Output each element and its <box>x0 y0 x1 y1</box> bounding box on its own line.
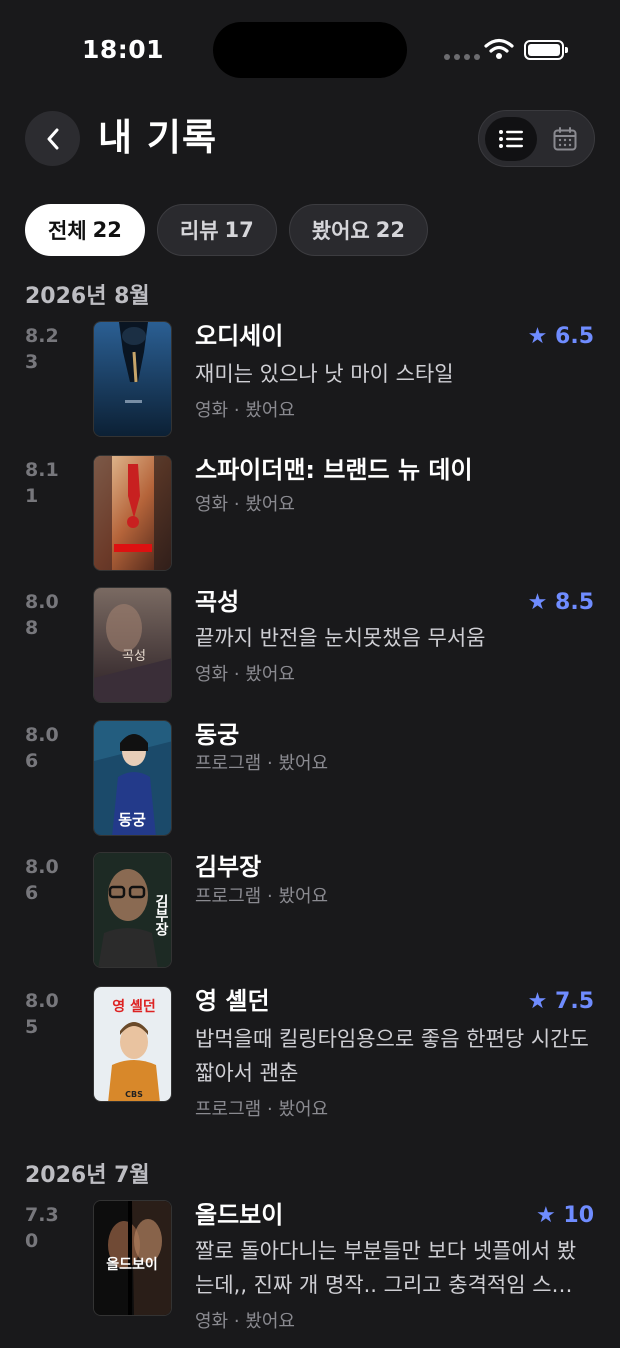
chip-count: 17 <box>224 218 254 242</box>
entry-status: 봤어요 <box>278 886 329 907</box>
entry-meta: 프로그램 · 봤어요 <box>195 1099 329 1120</box>
chip-label: 봤어요 <box>311 219 370 243</box>
chevron-left-icon <box>47 128 58 149</box>
entry-title: 김부장 <box>195 853 262 881</box>
calendar-view-button[interactable] <box>541 117 589 161</box>
entry-status: 봤어요 <box>245 494 295 515</box>
month-header: 2026년 7월 <box>25 1163 150 1188</box>
entry-meta: 프로그램 · 봤어요 <box>195 753 329 774</box>
filter-chip-review[interactable]: 리뷰 17 <box>156 204 277 256</box>
view-toggle <box>478 110 595 167</box>
chip-count: 22 <box>375 218 405 242</box>
entry-status: 봤어요 <box>245 1311 295 1332</box>
entry-category: 영화 <box>195 400 229 421</box>
entry-title: 스파이더맨: 브랜드 뉴 데이 <box>195 456 473 484</box>
entry-date: 8.05 <box>25 990 59 1038</box>
entry-category: 프로그램 <box>195 1099 262 1120</box>
entry-date: 8.06 <box>25 724 59 772</box>
entry-category: 프로그램 <box>195 886 262 907</box>
entry-date: 8.23 <box>25 325 59 373</box>
month-header: 2026년 8월 <box>25 284 150 309</box>
wifi-icon <box>484 38 514 59</box>
entry-title: 곡성 <box>195 588 240 616</box>
entry-title: 올드보이 <box>195 1201 284 1229</box>
page-title: 내 기록 <box>98 116 218 159</box>
entry-rating: ★ 7.5 <box>527 989 594 1014</box>
entry-category: 영화 <box>195 664 229 685</box>
entry-meta: 영화 · 봤어요 <box>195 1311 295 1332</box>
entry-status: 봤어요 <box>245 664 295 685</box>
list-item[interactable]: 8.06 동궁 동궁 프로그램 · 봤어요 <box>0 720 620 836</box>
back-button[interactable] <box>25 111 80 166</box>
entry-title: 오디세이 <box>195 322 284 350</box>
list-item[interactable]: 8.11 스파이더맨: 브랜드 뉴 데이 영화 · 봤어요 <box>0 455 620 571</box>
battery-icon <box>524 40 568 60</box>
chip-label: 리뷰 <box>179 219 219 243</box>
chip-label: 전체 <box>48 219 87 243</box>
entry-status: 봤어요 <box>245 400 295 421</box>
dynamic-island <box>213 22 407 78</box>
entry-category: 영화 <box>195 1311 229 1332</box>
entry-meta: 프로그램 · 봤어요 <box>195 886 329 907</box>
status-bar: 18:01 <box>0 0 620 100</box>
entry-category: 프로그램 <box>195 753 262 774</box>
entry-rating: ★ 6.5 <box>527 324 594 349</box>
filter-chip-watched[interactable]: 봤어요 22 <box>288 204 428 256</box>
entry-review: 재미는 있으나 낫 마이 스타일 <box>195 362 454 386</box>
list-item[interactable]: 8.05 영 셸던 CBS 영 셸던 ★ 7.5 밥먹을때 킬링타임용으로 좋음… <box>0 986 620 1126</box>
entry-date: 8.11 <box>25 459 59 507</box>
poster-image: 올드보이 <box>93 1200 172 1316</box>
poster-image <box>93 455 172 571</box>
calendar-icon <box>553 127 577 151</box>
entry-date: 7.30 <box>25 1204 59 1252</box>
filter-chips: 전체 22 리뷰 17 봤어요 22 <box>25 204 428 256</box>
entry-status: 봤어요 <box>278 753 329 774</box>
poster-image: 동궁 <box>93 720 172 836</box>
poster-image: 곡성 <box>93 587 172 703</box>
poster-text: 김부장 <box>153 893 169 937</box>
poster-image: 김부장 <box>93 852 172 968</box>
list-item[interactable]: 8.08 곡성 곡성 ★ 8.5 끝까지 반전을 눈치못챘음 무서움 영화 · … <box>0 587 620 707</box>
entry-category: 영화 <box>195 494 229 515</box>
list-icon <box>499 130 523 148</box>
entry-date: 8.08 <box>25 591 59 639</box>
poster-image <box>93 321 172 437</box>
entry-meta: 영화 · 봤어요 <box>195 494 295 515</box>
entry-date: 8.06 <box>25 856 59 904</box>
list-view-button[interactable] <box>485 117 537 161</box>
entry-review: 끝까지 반전을 눈치못챘음 무서움 <box>195 626 486 650</box>
entry-review: 밥먹을때 킬링타임용으로 좋음 한편당 시간도 짧아서 괜춘 <box>195 1027 589 1085</box>
entry-meta: 영화 · 봤어요 <box>195 400 295 421</box>
poster-text: 동궁 <box>118 811 146 829</box>
entry-meta: 영화 · 봤어요 <box>195 664 295 685</box>
status-time: 18:01 <box>82 35 165 64</box>
filter-chip-all[interactable]: 전체 22 <box>25 204 145 256</box>
cellular-signal-icon <box>444 54 480 60</box>
entry-rating: ★ 10 <box>536 1203 594 1228</box>
list-item[interactable]: 8.06 김부장 김부장 프로그램 · 봤어요 <box>0 852 620 968</box>
entry-rating: ★ 8.5 <box>527 590 594 615</box>
list-item[interactable]: 8.23 오디세이 ★ 6.5 재미는 있으나 낫 마이 스타일 영화 · 봤어… <box>0 321 620 441</box>
poster-badge: CBS <box>125 1090 143 1099</box>
list-item[interactable]: 7.30 올드보이 올드보이 ★ 10 짤로 돌아다니는 부분들만 보다 넷플에… <box>0 1200 620 1340</box>
poster-text: 영 셸던 <box>112 998 156 1015</box>
entry-status: 봤어요 <box>278 1099 329 1120</box>
entry-title: 동궁 <box>195 721 240 749</box>
poster-text: 올드보이 <box>106 1256 158 1273</box>
entry-review: 짤로 돌아다니는 부분들만 보다 넷플에서 봤는데,, 진짜 개 명작.. 그리… <box>195 1239 577 1297</box>
poster-text: 곡성 <box>122 649 146 664</box>
entry-title: 영 셸던 <box>195 987 270 1015</box>
poster-image: 영 셸던 CBS <box>93 986 172 1102</box>
chip-count: 22 <box>92 218 122 242</box>
